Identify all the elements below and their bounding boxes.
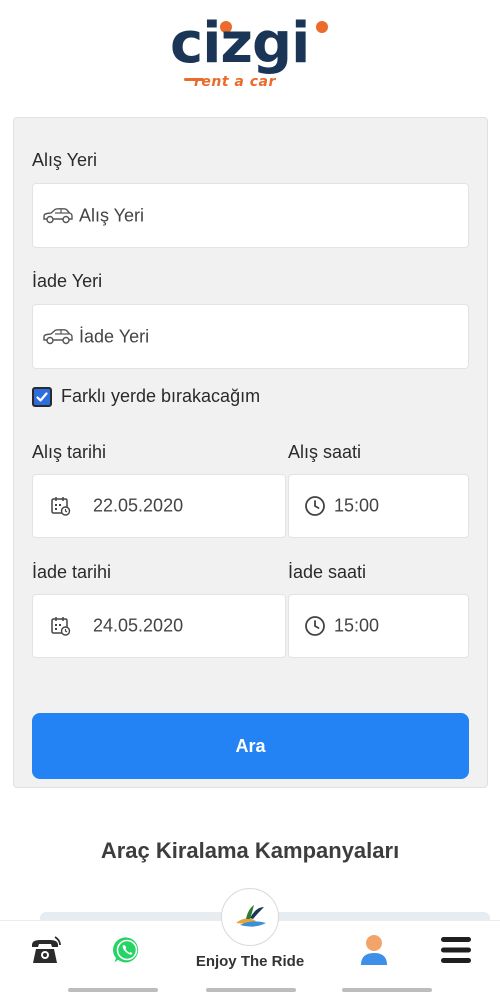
gesture-bar <box>68 988 158 992</box>
different-return-label[interactable]: Farklı yerde bırakacağım <box>61 386 260 407</box>
enjoy-the-ride-label[interactable]: Enjoy The Ride <box>150 953 350 970</box>
pickup-time-value: 15:00 <box>334 495 380 516</box>
logo-dot <box>316 21 328 33</box>
return-time-input[interactable]: 15:00 <box>288 594 469 658</box>
bird-logo-icon <box>236 905 266 927</box>
search-button[interactable]: Ara <box>32 713 469 779</box>
pickup-time-label: Alış saati <box>288 442 362 462</box>
return-location-label: İade Yeri <box>32 271 103 291</box>
return-date-value: 24.05.2020 <box>93 615 184 636</box>
return-location-placeholder: İade Yeri <box>79 326 150 346</box>
different-return-checkbox[interactable] <box>32 387 52 407</box>
return-date-input[interactable]: 24.05.2020 <box>32 594 286 658</box>
car-icon <box>43 207 73 223</box>
return-time-label: İade saati <box>288 562 367 582</box>
pickup-location-placeholder: Alış Yeri <box>79 205 145 225</box>
brand-logo[interactable]: cizgi rent a car <box>170 12 335 98</box>
return-date-label: İade tarihi <box>32 562 112 582</box>
brand-name: cizgi <box>170 11 310 76</box>
phone-icon[interactable] <box>28 935 62 967</box>
pickup-location-input[interactable]: Alış Yeri <box>32 183 469 248</box>
calendar-icon <box>51 617 71 636</box>
pickup-date-value: 22.05.2020 <box>93 495 184 516</box>
return-time-value: 15:00 <box>334 615 380 636</box>
brand-tagline: rent a car <box>194 74 276 90</box>
hamburger-menu-icon[interactable] <box>440 935 472 965</box>
pickup-location-label: Alış Yeri <box>32 150 98 170</box>
pickup-date-input[interactable]: 22.05.2020 <box>32 474 286 538</box>
gesture-bar <box>342 988 432 992</box>
clock-icon <box>305 496 325 516</box>
return-location-input[interactable]: İade Yeri <box>32 304 469 369</box>
pickup-time-input[interactable]: 15:00 <box>288 474 469 538</box>
clock-icon <box>305 616 325 636</box>
whatsapp-icon[interactable] <box>113 936 141 964</box>
car-icon <box>43 328 73 344</box>
campaigns-title: Araç Kiralama Kampanyaları <box>100 838 400 863</box>
calendar-icon <box>51 497 71 516</box>
pickup-date-label: Alış tarihi <box>32 442 107 462</box>
gesture-bar <box>206 988 296 992</box>
app-header: cizgi rent a car <box>0 0 500 106</box>
enjoy-the-ride-button[interactable] <box>221 888 279 946</box>
user-icon[interactable] <box>359 933 389 967</box>
checkmark-icon <box>36 392 48 402</box>
